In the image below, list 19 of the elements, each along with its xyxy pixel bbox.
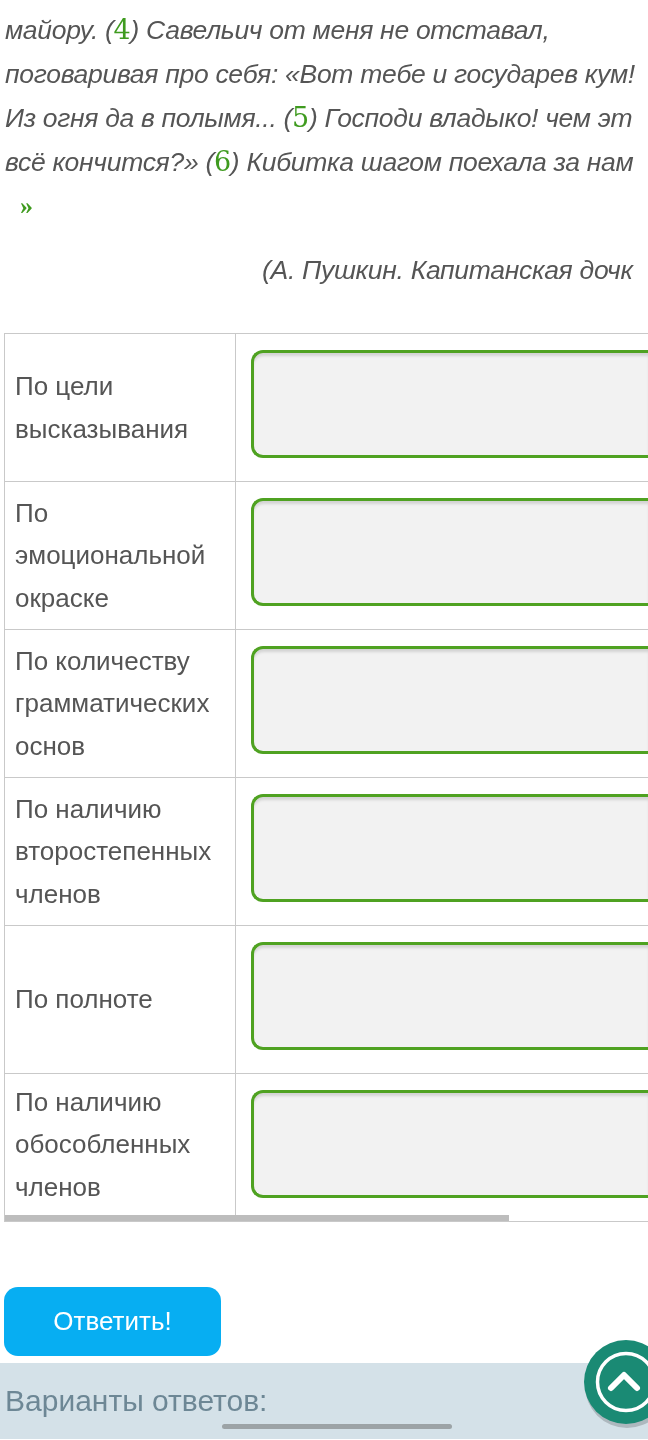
answer-box[interactable] xyxy=(251,350,648,458)
closing-quote-mark: » xyxy=(20,190,33,222)
row-label: По эмоциональной окраске xyxy=(15,496,206,615)
row-label: По полноте xyxy=(15,983,153,1017)
row-label: По цели высказывания xyxy=(15,370,189,446)
submit-button[interactable]: Ответить! xyxy=(4,1287,221,1356)
answer-box[interactable] xyxy=(251,1090,648,1198)
row-label: По количеству грамматических основ xyxy=(15,644,210,763)
horizontal-scrollbar[interactable] xyxy=(5,1215,509,1221)
attribution-text: (А. Пушкин. Капитанская дочк xyxy=(262,254,633,287)
scroll-to-top-icon[interactable] xyxy=(584,1340,648,1428)
panel-title: Варианты ответов: xyxy=(5,1383,268,1419)
row-label: По наличию второстепенных членов xyxy=(15,792,212,911)
answer-box[interactable] xyxy=(251,942,648,1050)
answer-box[interactable] xyxy=(251,646,648,754)
answer-box[interactable] xyxy=(251,794,648,902)
row-label: По наличию обособленных членов xyxy=(15,1085,191,1204)
answer-box[interactable] xyxy=(251,498,648,606)
quote-paragraph: майору. (4) Савельич от меня не отставал, поговаривая про себя: «Вот тебе и государев кум! Из огня да в полымя... (5) Господи владыко! чем эт всё кончится?» (6) Кибитка шагом поехала за нам xyxy=(4,13,635,179)
